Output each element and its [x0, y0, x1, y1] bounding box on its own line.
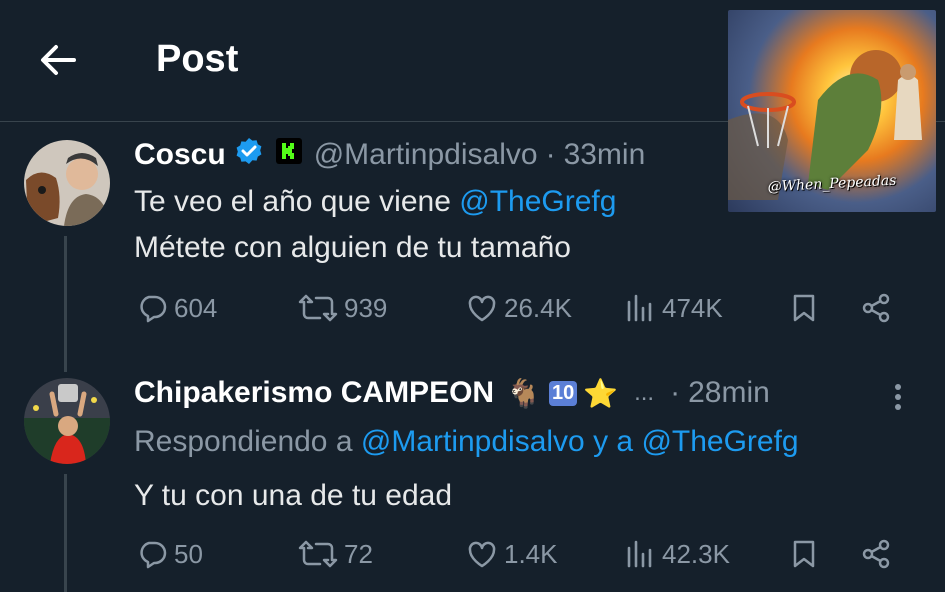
views-count: 42.3K	[662, 538, 730, 569]
thread-line	[64, 474, 67, 592]
like-count: 26.4K	[504, 292, 572, 323]
views-button[interactable]: 42.3K	[624, 538, 730, 570]
reply-icon	[140, 295, 167, 323]
author-name[interactable]: Coscu	[134, 138, 226, 172]
goat-emoji: 🐐	[506, 377, 541, 409]
mention-link[interactable]: @Martinpdisalvo	[361, 425, 585, 458]
reply-button[interactable]: 604	[136, 292, 217, 324]
bookmark-icon	[793, 294, 815, 322]
tweet2-header: Chipakerismo CAMPEON 🐐 10 ⭐ ... · 28min	[134, 376, 770, 410]
tweet1-actions: 604 939 26.4K 474K	[136, 292, 916, 336]
reply-button[interactable]: 50	[136, 538, 203, 570]
tweet1-line2: Métete con alguien de tu tamaño	[134, 231, 571, 264]
avatar[interactable]	[24, 378, 110, 464]
reply-connector: y a	[584, 425, 642, 458]
tweet1-line1: Te veo el año que viene @TheGrefg	[134, 182, 616, 222]
more-options-icon[interactable]	[888, 380, 908, 414]
share-button[interactable]	[860, 538, 892, 570]
share-icon	[862, 293, 890, 323]
tweet2-actions: 50 72 1.4K 42.3K	[136, 538, 916, 582]
thread-line	[64, 236, 67, 372]
back-arrow-icon[interactable]	[36, 38, 80, 82]
reply-prefix: Respondiendo a	[134, 425, 361, 458]
repost-button[interactable]: 72	[298, 538, 373, 570]
author-handle[interactable]: @Martinpdisalvo	[314, 138, 538, 172]
heart-icon	[468, 295, 496, 322]
star-emoji: ⭐	[583, 377, 619, 409]
avatar[interactable]	[24, 140, 110, 226]
ellipsis: ...	[634, 379, 655, 406]
tweet-text: Y tu con una de tu edad	[134, 479, 453, 512]
page-title: Post	[156, 38, 239, 80]
share-button[interactable]	[860, 292, 892, 324]
separator-dot: ·	[670, 376, 681, 409]
verified-badge-icon	[234, 136, 264, 174]
author-name[interactable]: Chipakerismo CAMPEON	[134, 376, 494, 410]
like-button[interactable]: 1.4K	[466, 538, 558, 570]
repost-button[interactable]: 939	[298, 292, 387, 324]
separator-dot: ·	[545, 138, 556, 171]
watermark-image: @When_Pepeadas	[728, 10, 936, 212]
mention-link[interactable]: @TheGrefg	[641, 425, 798, 458]
views-icon	[627, 540, 652, 568]
reply-context: Respondiendo a @Martinpdisalvo y a @TheG…	[134, 422, 799, 462]
views-count: 474K	[662, 292, 723, 323]
timestamp[interactable]: 33min	[564, 138, 646, 172]
reply-icon	[140, 541, 167, 569]
bookmark-button[interactable]	[788, 292, 820, 324]
views-icon	[627, 294, 652, 322]
repost-icon	[298, 540, 338, 568]
share-icon	[862, 539, 890, 569]
mention-link[interactable]: @TheGrefg	[459, 185, 616, 218]
tweet-text: Te veo el año que viene	[134, 185, 460, 218]
repost-count: 939	[344, 292, 388, 323]
like-button[interactable]: 26.4K	[466, 292, 572, 324]
tweet1-header: Coscu @Martinpdisalvo · 33min	[134, 136, 645, 174]
keycap-ten-emoji: 10	[548, 380, 578, 406]
views-button[interactable]: 474K	[624, 292, 723, 324]
like-count: 1.4K	[504, 538, 558, 569]
bookmark-button[interactable]	[788, 538, 820, 570]
reply-count: 50	[174, 538, 203, 569]
bookmark-icon	[793, 540, 815, 568]
repost-count: 72	[344, 538, 373, 569]
repost-icon	[298, 294, 338, 322]
heart-icon	[468, 541, 496, 568]
reply-count: 604	[174, 292, 218, 323]
kick-logo-icon	[275, 138, 302, 172]
timestamp[interactable]: 28min	[688, 376, 770, 410]
